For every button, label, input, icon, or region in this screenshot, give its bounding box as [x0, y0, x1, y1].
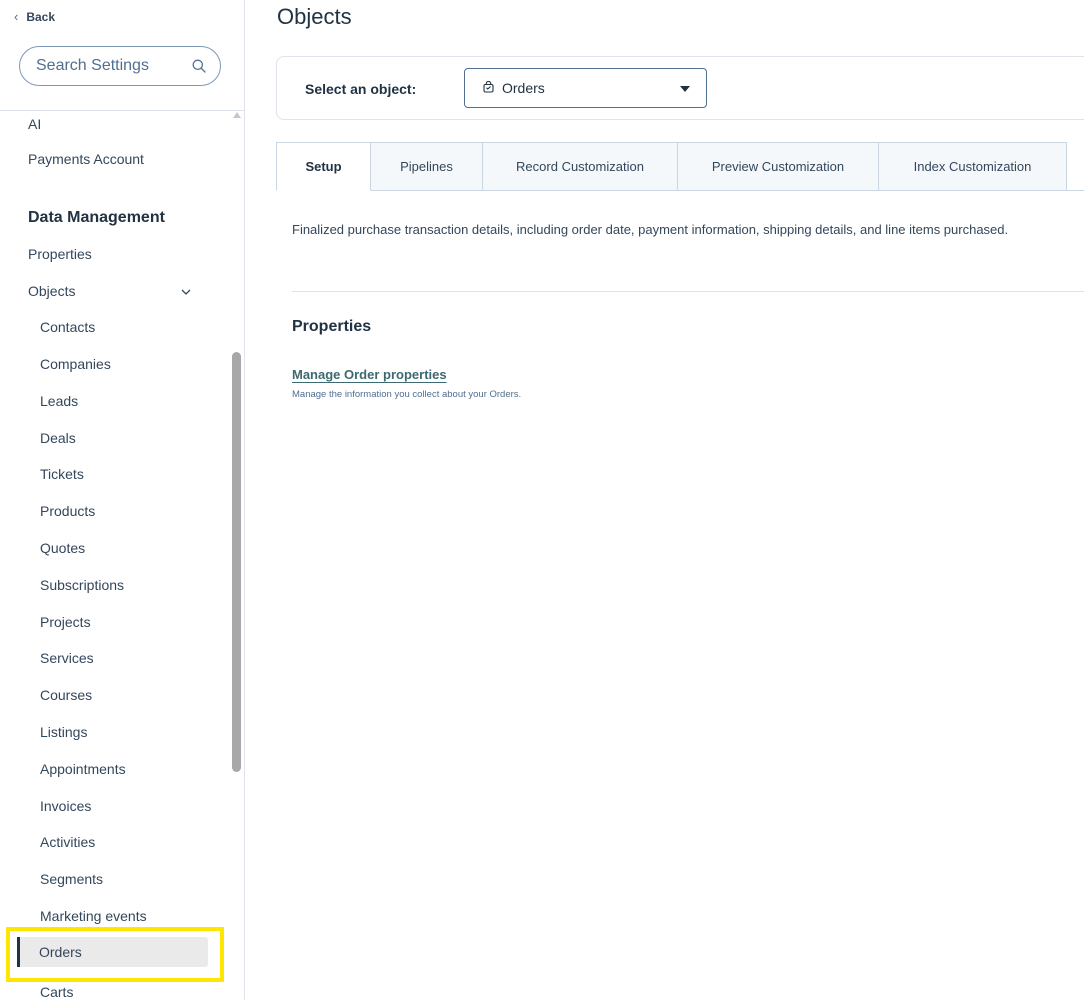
sidebar-item-tickets[interactable]: Tickets	[0, 459, 232, 489]
sidebar-item-label: Activities	[40, 834, 96, 850]
manage-order-properties-link[interactable]: Manage Order properties	[292, 367, 447, 382]
sidebar-item-label: Deals	[40, 430, 76, 446]
sidebar-item-objects[interactable]: Objects	[0, 276, 232, 306]
tab-index-customization[interactable]: Index Customization	[879, 142, 1067, 191]
dropdown-selected-value: Orders	[502, 80, 545, 96]
manage-properties-subtext: Manage the information you collect about…	[292, 389, 522, 400]
sidebar-item-label: Companies	[40, 356, 111, 372]
sidebar-item-courses[interactable]: Courses	[0, 680, 232, 710]
object-dropdown[interactable]: Orders	[464, 68, 707, 108]
sidebar-item-label: Listings	[40, 724, 88, 740]
sidebar-item-label: Appointments	[40, 761, 126, 777]
sidebar-item-label: Services	[40, 650, 94, 666]
tab-pipelines[interactable]: Pipelines	[371, 142, 483, 191]
sidebar-item-subscriptions[interactable]: Subscriptions	[0, 570, 232, 600]
scroll-up-arrow-icon[interactable]	[233, 112, 241, 118]
object-tabs: Setup Pipelines Record Customization Pre…	[276, 142, 1067, 191]
tabs-baseline	[1066, 190, 1084, 191]
tab-label: Index Customization	[913, 159, 1032, 174]
section-divider	[292, 291, 1084, 292]
sidebar-item-segments[interactable]: Segments	[0, 864, 232, 894]
sidebar-item-label: Subscriptions	[40, 577, 125, 593]
tab-label: Preview Customization	[711, 159, 845, 174]
sidebar-item-label: Tickets	[40, 466, 84, 482]
sidebar-item-label: AI	[28, 116, 42, 132]
sidebar-item-appointments[interactable]: Appointments	[0, 754, 232, 784]
sidebar-item-listings[interactable]: Listings	[0, 717, 232, 747]
sidebar-item-payments-account[interactable]: Payments Account	[0, 144, 232, 174]
page-title: Objects	[277, 4, 352, 29]
tab-label: Setup	[305, 159, 342, 174]
sidebar-item-label: Objects	[28, 283, 76, 299]
sidebar-item-label: Carts	[40, 984, 74, 1000]
tab-label: Record Customization	[516, 159, 644, 174]
tab-preview-customization[interactable]: Preview Customization	[678, 142, 879, 191]
sidebar-item-label: Quotes	[40, 540, 86, 556]
tab-record-customization[interactable]: Record Customization	[483, 142, 678, 191]
sidebar-item-label: Marketing events	[40, 908, 147, 924]
section-heading-data-management: Data Management	[28, 209, 165, 226]
chevron-down-icon	[180, 285, 192, 301]
sidebar-item-label: Projects	[40, 614, 91, 630]
orders-highlight-box	[6, 927, 224, 982]
sidebar-item-companies[interactable]: Companies	[0, 349, 232, 379]
shopping-bag-icon	[483, 80, 494, 96]
search-settings-input[interactable]	[36, 57, 186, 75]
sidebar-item-label: Products	[40, 503, 96, 519]
sidebar-item-contacts[interactable]: Contacts	[0, 312, 232, 342]
settings-sidebar: ‹ Back AI Payments Account Data Manageme…	[0, 0, 245, 1000]
sidebar-item-label: Segments	[40, 871, 104, 887]
sidebar-item-products[interactable]: Products	[0, 496, 232, 526]
sidebar-item-label: Properties	[28, 246, 92, 262]
sidebar-item-invoices[interactable]: Invoices	[0, 791, 232, 821]
back-label: Back	[26, 9, 56, 24]
sidebar-item-label: Courses	[40, 687, 93, 703]
search-settings-box[interactable]	[19, 46, 221, 86]
back-link[interactable]: ‹ Back	[14, 9, 55, 24]
select-object-label: Select an object:	[305, 81, 417, 97]
object-select-card: Select an object: Orders	[276, 56, 1084, 120]
sidebar-item-label: Invoices	[40, 798, 92, 814]
sidebar-item-projects[interactable]: Projects	[0, 607, 232, 637]
sidebar-scrollbar-thumb[interactable]	[232, 352, 241, 772]
sidebar-item-activities[interactable]: Activities	[0, 827, 232, 857]
caret-down-icon	[680, 86, 690, 92]
tab-setup[interactable]: Setup	[276, 142, 371, 191]
tab-label: Pipelines	[400, 159, 453, 174]
properties-section-title: Properties	[292, 318, 372, 335]
sidebar-item-leads[interactable]: Leads	[0, 386, 232, 416]
sidebar-item-services[interactable]: Services	[0, 643, 232, 673]
sidebar-item-properties[interactable]: Properties	[0, 239, 232, 269]
sidebar-item-deals[interactable]: Deals	[0, 423, 232, 453]
sidebar-item-ai[interactable]: AI	[0, 109, 232, 139]
sidebar-item-label: Contacts	[40, 319, 96, 335]
search-icon[interactable]	[192, 59, 206, 73]
sidebar-item-quotes[interactable]: Quotes	[0, 533, 232, 563]
object-description: Finalized purchase transaction details, …	[292, 222, 1009, 237]
chevron-left-icon: ‹	[14, 9, 19, 24]
sidebar-item-label: Leads	[40, 393, 79, 409]
sidebar-item-label: Payments Account	[28, 151, 144, 167]
